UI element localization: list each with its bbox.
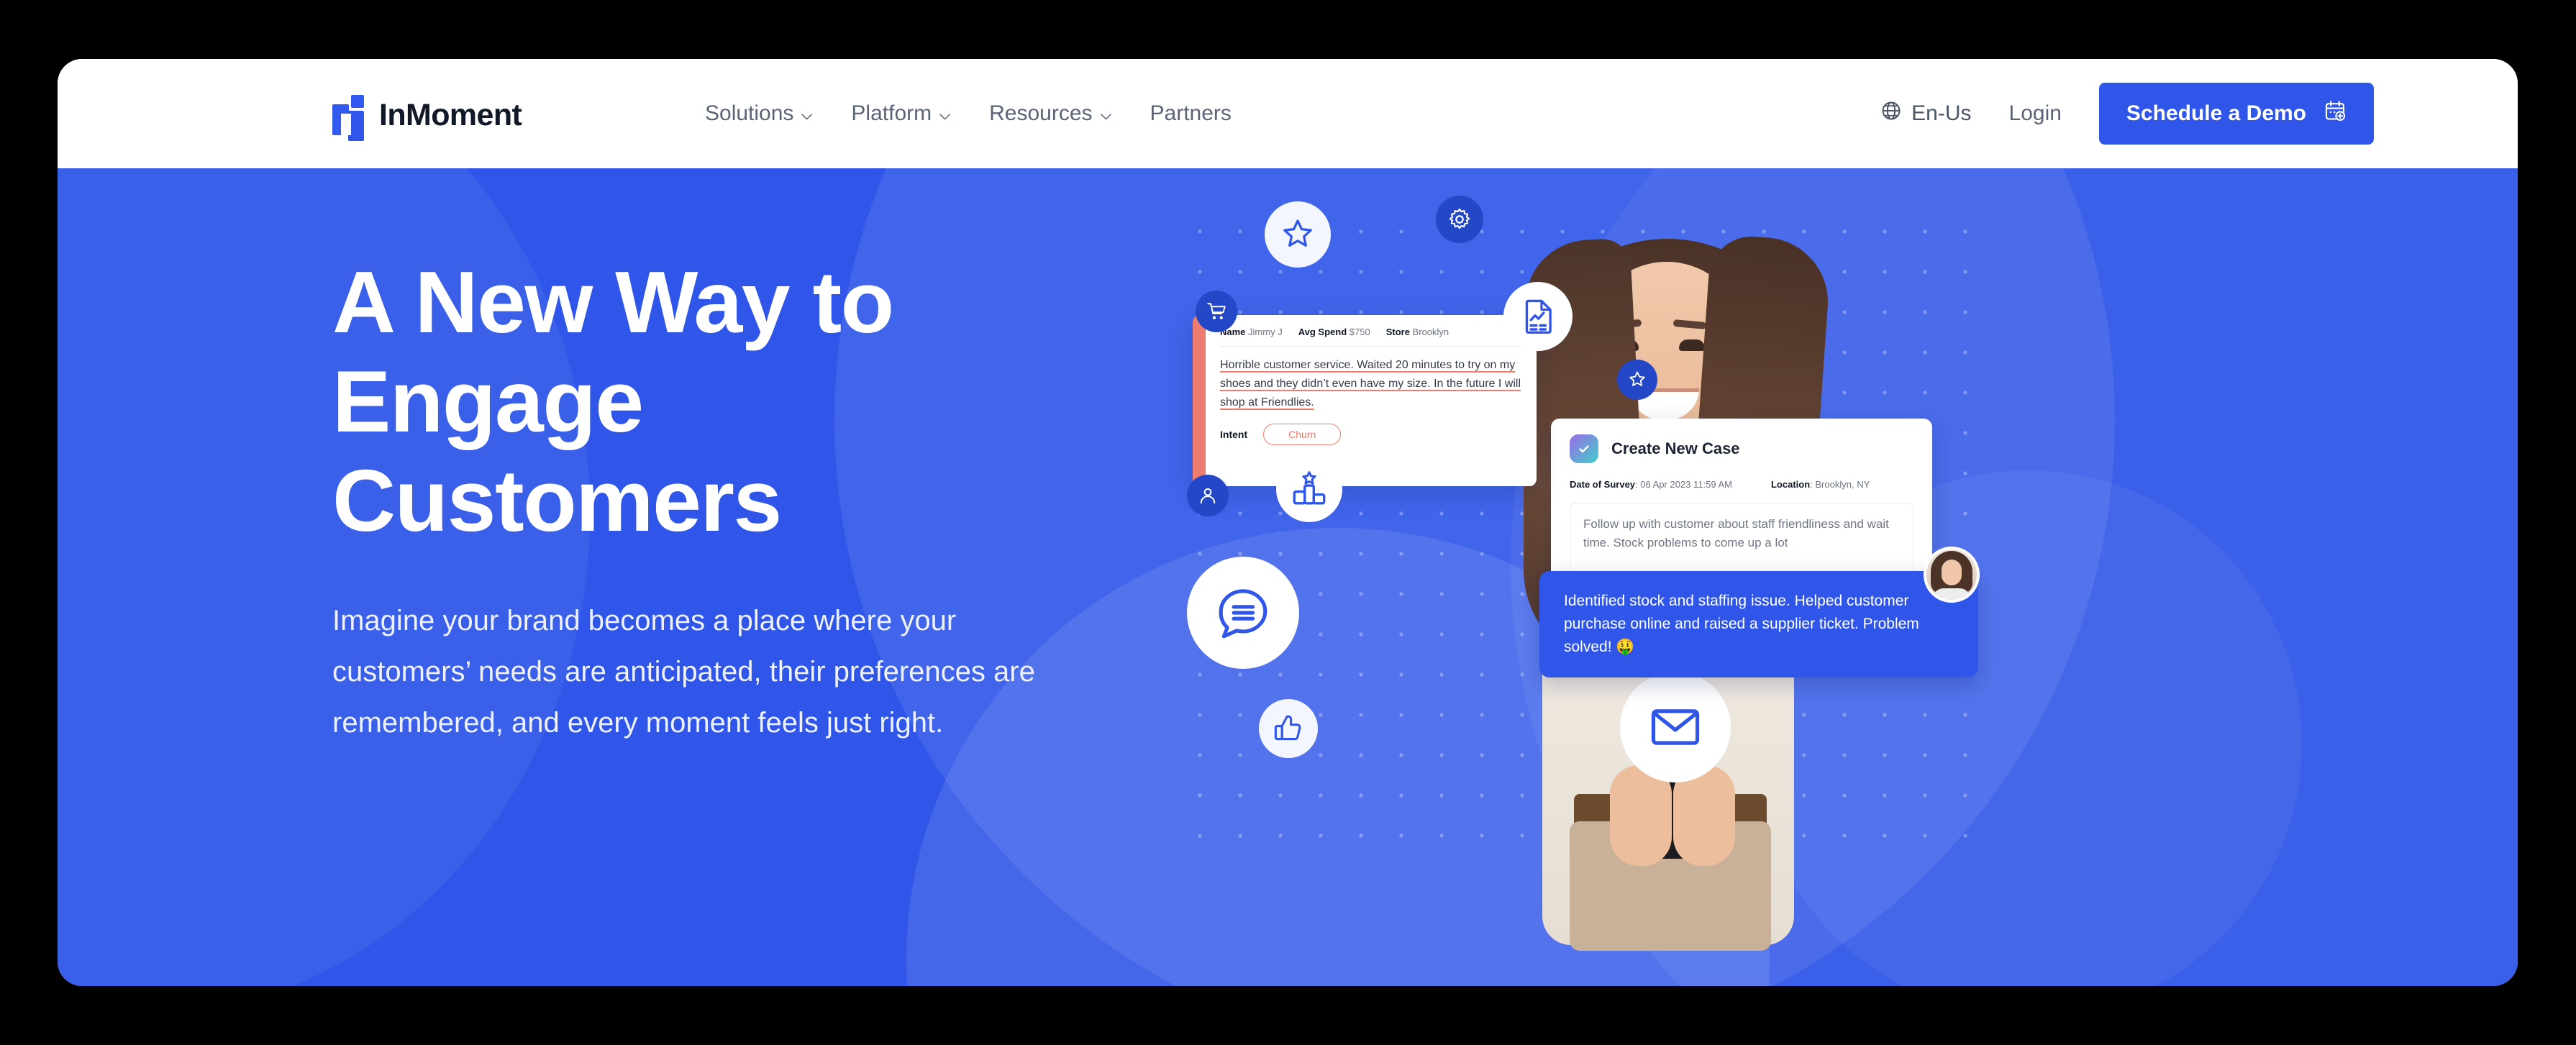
hero-section: A New Way to Engage Customers Imagine yo… bbox=[58, 168, 2518, 986]
nav-item-solutions[interactable]: Solutions bbox=[705, 101, 813, 126]
nav-item-resources[interactable]: Resources bbox=[989, 101, 1111, 126]
inmoment-logo-icon bbox=[332, 95, 367, 141]
star-small-icon[interactable] bbox=[1617, 360, 1657, 400]
schedule-demo-label: Schedule a Demo bbox=[2126, 101, 2306, 125]
case-card-meta: Date of Survey: 06 Apr 2023 11:59 AM Loc… bbox=[1570, 479, 1913, 490]
feedback-meta-store: Store Brooklyn bbox=[1385, 327, 1449, 337]
hero-illustration: Name Jimmy J Avg Spend $750 Store Brookl… bbox=[1180, 168, 2115, 986]
hero-copy: A New Way to Engage Customers Imagine yo… bbox=[332, 253, 1109, 749]
login-link[interactable]: Login bbox=[2009, 101, 2062, 126]
star-icon[interactable] bbox=[1265, 201, 1331, 268]
nav-item-label: Partners bbox=[1150, 101, 1232, 125]
feedback-card[interactable]: Name Jimmy J Avg Spend $750 Store Brookl… bbox=[1193, 315, 1537, 486]
hero-subtitle: Imagine your brand becomes a place where… bbox=[332, 604, 1035, 739]
feedback-meta-spend: Avg Spend $750 bbox=[1298, 327, 1370, 337]
brand-logo-link[interactable]: InMoment bbox=[332, 95, 522, 141]
intent-status-badge: Churn bbox=[1263, 423, 1342, 445]
schedule-demo-button[interactable]: Schedule a Demo bbox=[2098, 83, 2374, 145]
primary-navigation: Solutions Platform Resources Partners bbox=[705, 59, 1232, 168]
intent-label: Intent bbox=[1220, 428, 1248, 440]
check-shield-icon bbox=[1570, 434, 1598, 463]
cart-icon[interactable] bbox=[1196, 291, 1237, 332]
chevron-down-icon bbox=[939, 114, 950, 120]
gear-icon[interactable] bbox=[1436, 196, 1483, 243]
globe-icon bbox=[1880, 100, 1902, 127]
nav-item-platform[interactable]: Platform bbox=[851, 101, 950, 126]
nav-item-label: Resources bbox=[989, 101, 1093, 125]
nav-item-label: Platform bbox=[851, 101, 932, 125]
nav-item-partners[interactable]: Partners bbox=[1150, 101, 1232, 126]
site-header: InMoment Solutions Platform Resources Pa… bbox=[58, 59, 2518, 168]
nav-item-label: Solutions bbox=[705, 101, 794, 125]
ranking-icon[interactable] bbox=[1276, 456, 1342, 522]
header-utility-group: En-Us Login Schedule a Demo bbox=[1880, 59, 2374, 168]
feedback-meta-name: Name Jimmy J bbox=[1220, 327, 1283, 337]
case-card-header: Create New Case bbox=[1570, 434, 1913, 463]
hero-title: A New Way to Engage Customers bbox=[332, 253, 894, 549]
report-icon[interactable] bbox=[1503, 282, 1573, 351]
case-meta-location: Location: Brooklyn, NY bbox=[1770, 479, 1870, 490]
feedback-review-text: Horrible customer service. Waited 20 min… bbox=[1220, 359, 1521, 409]
calendar-plus-icon bbox=[2324, 99, 2347, 128]
thumbs-up-icon[interactable] bbox=[1259, 699, 1318, 758]
locale-label: En-Us bbox=[1911, 101, 1972, 125]
brand-name: InMoment bbox=[379, 97, 522, 132]
feedback-footer: Intent Churn bbox=[1220, 423, 1522, 445]
divider bbox=[1220, 346, 1522, 347]
person-icon[interactable] bbox=[1187, 475, 1229, 516]
mail-icon[interactable] bbox=[1620, 672, 1731, 782]
chat-message-bubble: Identified stock and staffing issue. Hel… bbox=[1539, 571, 1978, 677]
case-card-title: Create New Case bbox=[1611, 439, 1740, 457]
avatar bbox=[1924, 547, 1980, 603]
browser-page-card: InMoment Solutions Platform Resources Pa… bbox=[58, 59, 2518, 986]
chevron-down-icon bbox=[1100, 114, 1111, 120]
chat-icon[interactable] bbox=[1187, 557, 1299, 669]
chevron-down-icon bbox=[801, 114, 813, 120]
feedback-meta-row: Name Jimmy J Avg Spend $750 Store Brookl… bbox=[1220, 327, 1522, 337]
locale-switcher[interactable]: En-Us bbox=[1880, 100, 1972, 127]
case-meta-date: Date of Survey: 06 Apr 2023 11:59 AM bbox=[1570, 479, 1732, 490]
